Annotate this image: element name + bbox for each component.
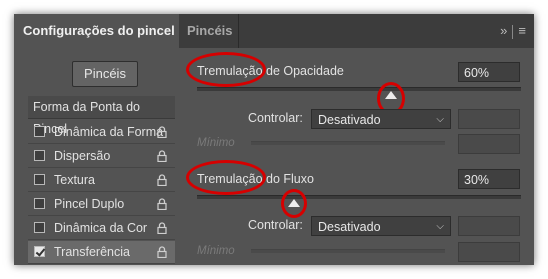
flow-control-extra-field: [458, 216, 520, 236]
flow-control-select-value: Desativado: [318, 220, 381, 234]
option-label: Textura: [54, 173, 95, 187]
opacity-control-select[interactable]: Desativado ⌵: [311, 109, 451, 129]
lock-icon[interactable]: [157, 222, 167, 234]
lock-icon[interactable]: [157, 174, 167, 186]
collapse-icon[interactable]: »: [500, 14, 507, 48]
chevron-down-icon: ⌵: [436, 221, 444, 232]
option-label: Dinâmica da Cor: [54, 221, 148, 235]
option-checkbox[interactable]: [34, 198, 45, 209]
option-row[interactable]: Pincel Duplo: [28, 193, 175, 216]
opacity-control-label: Controlar:: [248, 111, 303, 125]
option-checkbox[interactable]: [34, 246, 45, 257]
opacity-minimum-field: [458, 134, 520, 154]
flow-minimum-field: [458, 242, 520, 262]
option-label: Pincel Duplo: [54, 197, 125, 211]
option-row[interactable]: Dinâmica da Cor: [28, 217, 175, 240]
opacity-jitter-value[interactable]: 60%: [458, 62, 520, 82]
option-label: Dinâmica da Forma: [54, 125, 164, 139]
chevron-down-icon: ⌵: [436, 114, 444, 125]
flow-control-select[interactable]: Desativado ⌵: [311, 216, 451, 236]
opacity-control-extra-field: [458, 109, 520, 129]
option-checkbox[interactable]: [34, 174, 45, 185]
option-checkbox[interactable]: [34, 222, 45, 233]
brushes-button[interactable]: Pincéis: [72, 61, 138, 87]
option-row[interactable]: Dispersão: [28, 145, 175, 168]
option-label: Transferência: [54, 245, 130, 259]
opacity-jitter-track[interactable]: [197, 87, 521, 91]
option-row[interactable]: Textura: [28, 169, 175, 192]
option-row[interactable]: Dinâmica da Forma: [28, 121, 175, 144]
tab-brushes[interactable]: Pincéis: [179, 14, 239, 48]
lock-icon[interactable]: [157, 126, 167, 138]
flow-jitter-track[interactable]: [197, 195, 521, 199]
lock-icon[interactable]: [157, 246, 167, 258]
option-row[interactable]: Transferência: [28, 241, 175, 264]
tab-brush-settings[interactable]: Configurações do pincel: [14, 14, 179, 48]
brush-options-list: Forma da Ponta do Pincel Dinâmica da For…: [28, 96, 175, 265]
tabbar-divider: [512, 24, 514, 39]
thumb-highlight-ellipse: [281, 189, 308, 218]
lock-icon[interactable]: [157, 198, 167, 210]
tabbar-icons: » ≡: [500, 14, 526, 48]
flow-jitter-value[interactable]: 30%: [458, 169, 520, 189]
flow-control-label: Controlar:: [248, 218, 303, 232]
opacity-control-select-value: Desativado: [318, 113, 381, 127]
option-checkbox[interactable]: [34, 150, 45, 161]
panel-menu-icon[interactable]: ≡: [518, 14, 526, 48]
opacity-minimum-track: [251, 141, 445, 145]
label-highlight-ellipse: [186, 160, 266, 195]
brush-tip-shape-item[interactable]: Forma da Ponta do Pincel: [28, 96, 175, 136]
option-label: Dispersão: [54, 149, 111, 163]
lock-icon[interactable]: [157, 150, 167, 162]
brush-settings-panel: Configurações do pincel Pincéis » ≡ Pincé…: [14, 14, 534, 265]
option-checkbox[interactable]: [34, 126, 45, 137]
tab-bar: Configurações do pincel Pincéis » ≡: [14, 14, 534, 48]
label-highlight-ellipse: [186, 52, 266, 87]
flow-minimum-track: [251, 249, 445, 253]
flow-minimum-label: Mínimo: [197, 245, 235, 257]
opacity-minimum-label: Mínimo: [197, 137, 235, 149]
